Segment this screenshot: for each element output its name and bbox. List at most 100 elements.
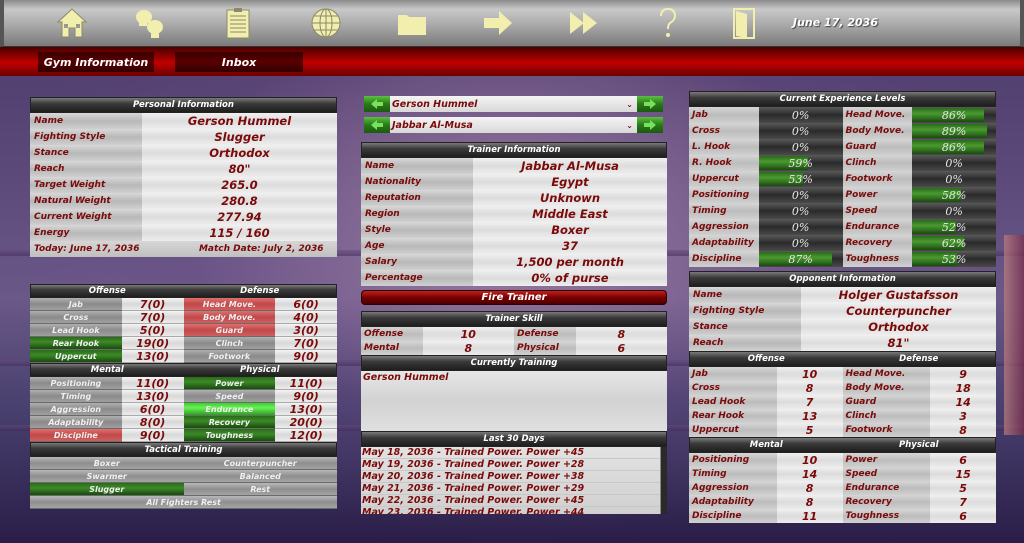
experience-bar: 58% (912, 187, 996, 203)
next-fighter-button[interactable] (637, 96, 663, 112)
opponent-stat-label: Footwork (842, 423, 931, 437)
tab-inbox[interactable]: Inbox (175, 52, 303, 72)
opponent-stat-label: Clinch (842, 409, 931, 423)
skill-label: Aggression (30, 403, 122, 416)
tactic-counterpuncher[interactable]: Counterpuncher (183, 457, 337, 470)
opponent-stat-label: Body Move. (842, 381, 931, 395)
opponent-value: Counterpuncher (801, 303, 996, 319)
tactic-slugger[interactable]: Slugger (30, 483, 184, 496)
top-toolbar: June 17, 2036 (0, 0, 1024, 47)
skill-value: 7(0) (275, 337, 337, 350)
skill-label: Speed (183, 390, 276, 403)
log-entry: May 19, 2036 - Trained Power. Power +28 (361, 459, 667, 471)
experience-percent: 59% (788, 156, 813, 170)
experience-label: Clinch (842, 155, 913, 171)
arrow-right-icon[interactable] (480, 6, 516, 40)
log-scrollbar[interactable] (660, 447, 667, 514)
experience-label: L. Hook (689, 139, 759, 155)
fast-forward-icon[interactable] (566, 6, 602, 40)
boxing-gloves-icon[interactable] (132, 6, 168, 40)
skill-value: 6(0) (275, 298, 337, 311)
today-date: Today: June 17, 2036 (34, 244, 140, 254)
opponent-stat-label: Speed (842, 467, 931, 481)
experience-percent: 86% (941, 108, 967, 122)
log-entry: May 22, 2036 - Trained Power. Power +45 (361, 495, 667, 507)
skill-row: Positioning 11(0) Power 11(0) (30, 377, 337, 390)
tactic-rest[interactable]: Rest (183, 483, 337, 496)
opponent-stat-value: 3 (930, 409, 996, 423)
tactic-boxer[interactable]: Boxer (30, 457, 184, 470)
skill-value: 9(0) (275, 390, 337, 403)
opponent-stat-value: 14 (930, 395, 996, 409)
experience-bar: 0% (758, 203, 843, 219)
experience-percent: 86% (941, 140, 967, 154)
trainer-row: Reputation Unknown (361, 190, 667, 206)
opponent-stat-row: Aggression 8 Endurance 5 (689, 481, 996, 495)
skill-value: 6(0) (121, 403, 184, 416)
training-fighter[interactable]: Gerson Hummel (363, 372, 665, 383)
opponent-stat-row: Discipline 11 Toughness 6 (689, 509, 996, 523)
personal-value: 115 / 160 (142, 225, 337, 241)
experience-percent: 87% (788, 252, 813, 266)
skill-label: Discipline (30, 429, 122, 442)
trainer-skill-value: 8 (575, 327, 667, 341)
experience-percent: 0% (945, 172, 963, 186)
trainer-label: Percentage (361, 270, 473, 286)
experience-label: Body Move. (842, 123, 913, 139)
opponent-stat-value: 9 (930, 367, 996, 381)
fighter-dropdown[interactable]: Gerson Hummel ⌄ (390, 96, 637, 112)
skill-value: 12(0) (275, 429, 337, 442)
tactic-swarmer[interactable]: Swarmer (30, 470, 184, 483)
personal-label: Reach (30, 161, 142, 177)
trainer-dropdown[interactable]: Jabbar Al-Musa ⌄ (390, 117, 637, 133)
skill-row: Cross 7(0) Body Move. 4(0) (30, 311, 337, 324)
experience-percent: 58% (941, 188, 967, 202)
experience-header: Current Experience Levels (689, 91, 996, 107)
tab-gym-information[interactable]: Gym Information (38, 52, 154, 72)
skill-label: Guard (183, 324, 276, 337)
folder-icon[interactable] (394, 6, 430, 40)
exit-door-icon[interactable] (726, 6, 762, 40)
prev-fighter-button[interactable] (364, 96, 390, 112)
experience-bar: 86% (912, 107, 996, 123)
opponent-stat-label: Jab (689, 367, 777, 381)
experience-label: Head Move. (842, 107, 913, 123)
arrow-left-icon (371, 99, 383, 109)
help-icon[interactable] (650, 6, 686, 40)
personal-value: 277.94 (142, 209, 337, 225)
tactic-balanced[interactable]: Balanced (183, 470, 337, 483)
skill-value: 9(0) (275, 350, 337, 363)
match-date: Match Date: July 2, 2036 (198, 244, 324, 254)
opponent-stat-label: Adaptability (689, 495, 777, 509)
trainer-skill-label: Physical (514, 341, 576, 355)
tab-bar: Gym Information Inbox (0, 47, 1024, 76)
opponent-stat-label: Head Move. (842, 367, 931, 381)
clipboard-icon[interactable] (220, 6, 256, 40)
home-icon[interactable] (54, 6, 90, 40)
opponent-label: Stance (689, 319, 801, 335)
experience-bar: 0% (912, 155, 996, 171)
trainer-selector: Jabbar Al-Musa ⌄ (364, 117, 663, 133)
prev-trainer-button[interactable] (364, 117, 390, 133)
opp-mental-header: Mental (749, 440, 783, 450)
personal-value: 80" (142, 161, 337, 177)
experience-label: Recovery (842, 235, 913, 251)
fire-trainer-button[interactable]: Fire Trainer (361, 290, 667, 305)
all-fighters-rest-button[interactable]: All Fighters Rest (30, 496, 337, 509)
skill-row: Rear Hook 19(0) Clinch 7(0) (30, 337, 337, 350)
skill-label: Power (183, 377, 276, 390)
globe-icon[interactable] (308, 6, 344, 40)
mental-physical-header: Mental Physical (30, 363, 337, 377)
trainer-skill-value: 8 (422, 341, 514, 355)
skill-label: Rear Hook (30, 337, 122, 350)
opponent-stat-value: 7 (776, 395, 843, 409)
opponent-stat-label: Power (842, 453, 931, 467)
skill-value: 7(0) (121, 311, 184, 324)
personal-label: Name (30, 113, 142, 129)
skill-label: Cross (30, 311, 122, 324)
next-trainer-button[interactable] (637, 117, 663, 133)
currently-training-header: Currently Training (361, 355, 667, 371)
personal-value: 265.0 (142, 177, 337, 193)
personal-info-panel: Personal Information Name Gerson Hummel Fi… (30, 97, 337, 257)
mental-header: Mental (90, 365, 124, 375)
